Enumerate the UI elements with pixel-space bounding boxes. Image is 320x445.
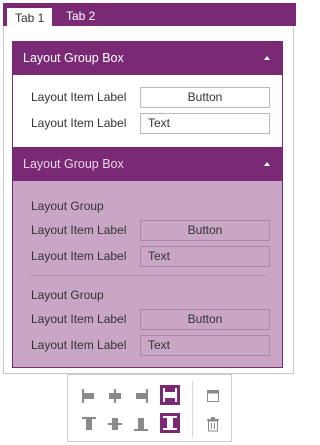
layout-item-label: Layout Item Label: [31, 116, 127, 130]
button[interactable]: Button: [140, 87, 270, 108]
layout-item: Layout Item Label Text: [31, 335, 271, 357]
group-box-header[interactable]: Layout Group Box: [13, 42, 282, 75]
align-center-vertical-icon[interactable]: [106, 415, 124, 433]
group-box-title: Layout Group Box: [23, 51, 124, 65]
toolbar-separator: [192, 381, 193, 437]
group-box-title: Layout Group Box: [23, 157, 124, 171]
layout-item: Layout Item Label Button: [31, 220, 271, 242]
layout-group-title: Layout Group: [31, 199, 104, 213]
delete-icon[interactable]: [204, 415, 222, 433]
layout-item-label: Layout Item Label: [31, 312, 127, 326]
layout-group-box-2[interactable]: Layout Group Box Layout Group Layout Ite…: [12, 147, 283, 368]
tab-bar: Tab 1 Tab 2: [3, 3, 296, 27]
align-center-horizontal-icon[interactable]: [106, 387, 124, 405]
align-left-icon[interactable]: [80, 387, 98, 405]
layout-item-label: Layout Item Label: [31, 249, 127, 263]
layout-item: Layout Item Label Button: [31, 309, 271, 331]
button[interactable]: Button: [140, 309, 270, 330]
layout-item: Layout Item Label Button: [31, 87, 271, 109]
align-bottom-icon[interactable]: [132, 415, 150, 433]
align-right-icon[interactable]: [132, 387, 150, 405]
group-divider: [31, 275, 267, 276]
align-top-icon[interactable]: [80, 415, 98, 433]
text-field[interactable]: Text: [140, 246, 270, 267]
layout-item-label: Layout Item Label: [31, 223, 127, 237]
tab-1[interactable]: Tab 1: [6, 7, 54, 27]
collapse-caret-icon[interactable]: [264, 162, 270, 166]
layout-toolbar: [67, 374, 232, 442]
tab-2[interactable]: Tab 2: [58, 6, 103, 26]
layout-item-label: Layout Item Label: [31, 90, 127, 104]
layout-group-title: Layout Group: [31, 288, 104, 302]
stretch-vertical-icon[interactable]: [160, 413, 180, 433]
text-field[interactable]: Text: [140, 335, 270, 356]
layout-item-label: Layout Item Label: [31, 338, 127, 352]
collapse-caret-icon[interactable]: [264, 56, 270, 60]
layout-item: Layout Item Label Text: [31, 246, 271, 268]
button[interactable]: Button: [140, 220, 270, 241]
group-box-header[interactable]: Layout Group Box: [13, 148, 282, 181]
group-box-icon[interactable]: [204, 387, 222, 405]
layout-group-box-1[interactable]: Layout Group Box Layout Item Label Butto…: [12, 41, 283, 148]
layout-item: Layout Item Label Text: [31, 113, 271, 135]
text-field[interactable]: Text: [140, 113, 270, 134]
stretch-horizontal-icon[interactable]: [160, 385, 180, 405]
